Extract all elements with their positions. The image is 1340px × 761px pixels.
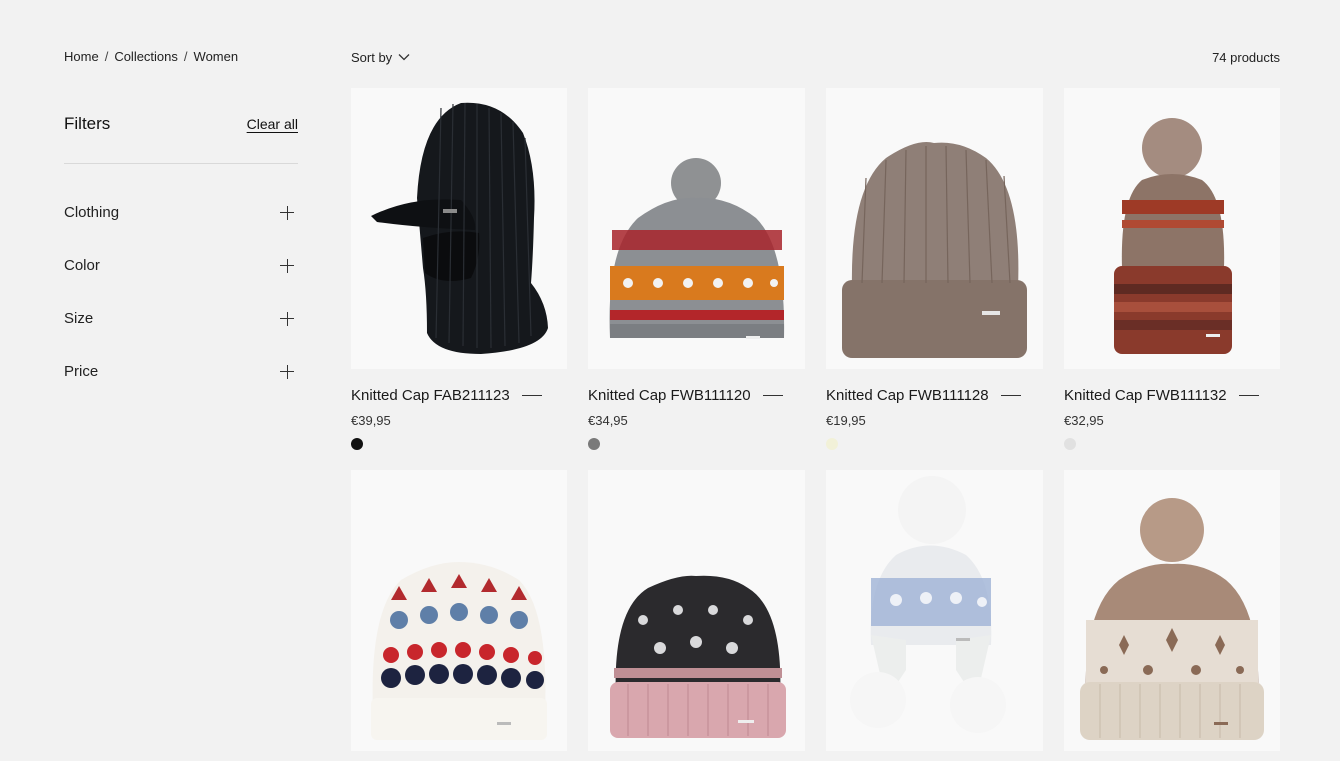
filter-list: Clothing Color Size Price (64, 186, 298, 398)
breadcrumb-women[interactable]: Women (194, 49, 239, 64)
breadcrumb-collections[interactable]: Collections (114, 49, 178, 64)
product-title[interactable]: Knitted Cap FWB111120 (588, 387, 751, 404)
product-listing-page: Home / Collections / Women Filters Clear… (0, 0, 1340, 761)
product-grid: Knitted Cap FAB211123 €39,95 Knitted Cap… (351, 88, 1280, 751)
beige-snowflake-pompom-beanie-image (1080, 498, 1264, 740)
title-dash (1238, 395, 1259, 396)
breadcrumb-home[interactable]: Home (64, 49, 99, 64)
plus-icon[interactable] (280, 258, 294, 273)
product-card: Knitted Cap FWB111128 €19,95 (826, 88, 1043, 450)
white-earflap-pompom-hat-image (850, 476, 1006, 733)
product-card (1064, 470, 1280, 751)
filter-price[interactable]: Price (64, 345, 298, 398)
product-card (588, 470, 805, 751)
product-image[interactable] (351, 88, 567, 369)
filter-label: Clothing (64, 204, 120, 221)
product-title[interactable]: Knitted Cap FWB111132 (1064, 387, 1227, 404)
chevron-down-icon (398, 54, 410, 61)
color-swatch[interactable] (351, 438, 363, 450)
balaclava-cap-image (371, 102, 548, 354)
color-swatch[interactable] (826, 438, 838, 450)
filter-size[interactable]: Size (64, 292, 298, 345)
plus-icon[interactable] (280, 311, 294, 326)
snowflake-pink-beanie-image (610, 575, 786, 738)
plus-icon[interactable] (280, 205, 294, 220)
product-card: Knitted Cap FWB111120 €34,95 (588, 88, 805, 450)
product-count: 74 products (1212, 49, 1280, 65)
filter-clothing[interactable]: Clothing (64, 186, 298, 239)
product-card (826, 470, 1043, 751)
clear-all-link[interactable]: Clear all (247, 116, 298, 132)
plus-icon[interactable] (280, 364, 294, 379)
sort-by-dropdown[interactable]: Sort by (351, 50, 410, 65)
filters-header: Filters Clear all (64, 112, 298, 136)
title-dash (762, 395, 783, 396)
product-image[interactable] (588, 88, 805, 369)
product-image[interactable] (1064, 470, 1280, 751)
filter-label: Color (64, 257, 100, 274)
color-swatch[interactable] (1064, 438, 1076, 450)
product-title-row: Knitted Cap FWB111120 (588, 387, 805, 404)
filter-label: Size (64, 310, 94, 327)
product-card: Knitted Cap FAB211123 €39,95 (351, 88, 567, 450)
fairisle-pompom-beanie-image (609, 158, 785, 339)
product-image[interactable] (588, 470, 805, 751)
product-title-row: Knitted Cap FWB111132 (1064, 387, 1280, 404)
sort-by-label: Sort by (351, 49, 393, 65)
product-price: €39,95 (351, 413, 391, 428)
title-dash (521, 395, 542, 396)
gnome-pattern-beanie-image (371, 562, 547, 740)
product-image[interactable] (351, 470, 567, 751)
filter-label: Price (64, 363, 99, 380)
product-title[interactable]: Knitted Cap FWB111128 (826, 387, 989, 404)
filters-divider (64, 163, 298, 164)
filters-title: Filters (64, 114, 111, 133)
product-card: Knitted Cap FWB111132 €32,95 (1064, 88, 1280, 450)
filter-sidebar: Home / Collections / Women Filters Clear… (64, 46, 298, 398)
product-title[interactable]: Knitted Cap FAB211123 (351, 387, 510, 404)
product-price: €32,95 (1064, 413, 1104, 428)
product-image[interactable] (826, 88, 1043, 369)
product-price: €34,95 (588, 413, 628, 428)
product-image[interactable] (1064, 88, 1280, 369)
filter-color[interactable]: Color (64, 239, 298, 292)
product-card (351, 470, 567, 751)
product-title-row: Knitted Cap FWB111128 (826, 387, 1043, 404)
striped-pompom-beanie-image (1114, 118, 1232, 354)
color-swatch[interactable] (588, 438, 600, 450)
product-title-row: Knitted Cap FAB211123 (351, 387, 567, 404)
breadcrumb-separator: / (183, 48, 188, 64)
breadcrumb-separator: / (104, 48, 109, 64)
listing-toolbar: Sort by 74 products (351, 46, 1280, 68)
product-price: €19,95 (826, 413, 866, 428)
breadcrumb: Home / Collections / Women (64, 46, 298, 66)
title-dash (1000, 395, 1021, 396)
product-image[interactable] (826, 470, 1043, 751)
taupe-ribbed-beanie-image (842, 142, 1027, 358)
